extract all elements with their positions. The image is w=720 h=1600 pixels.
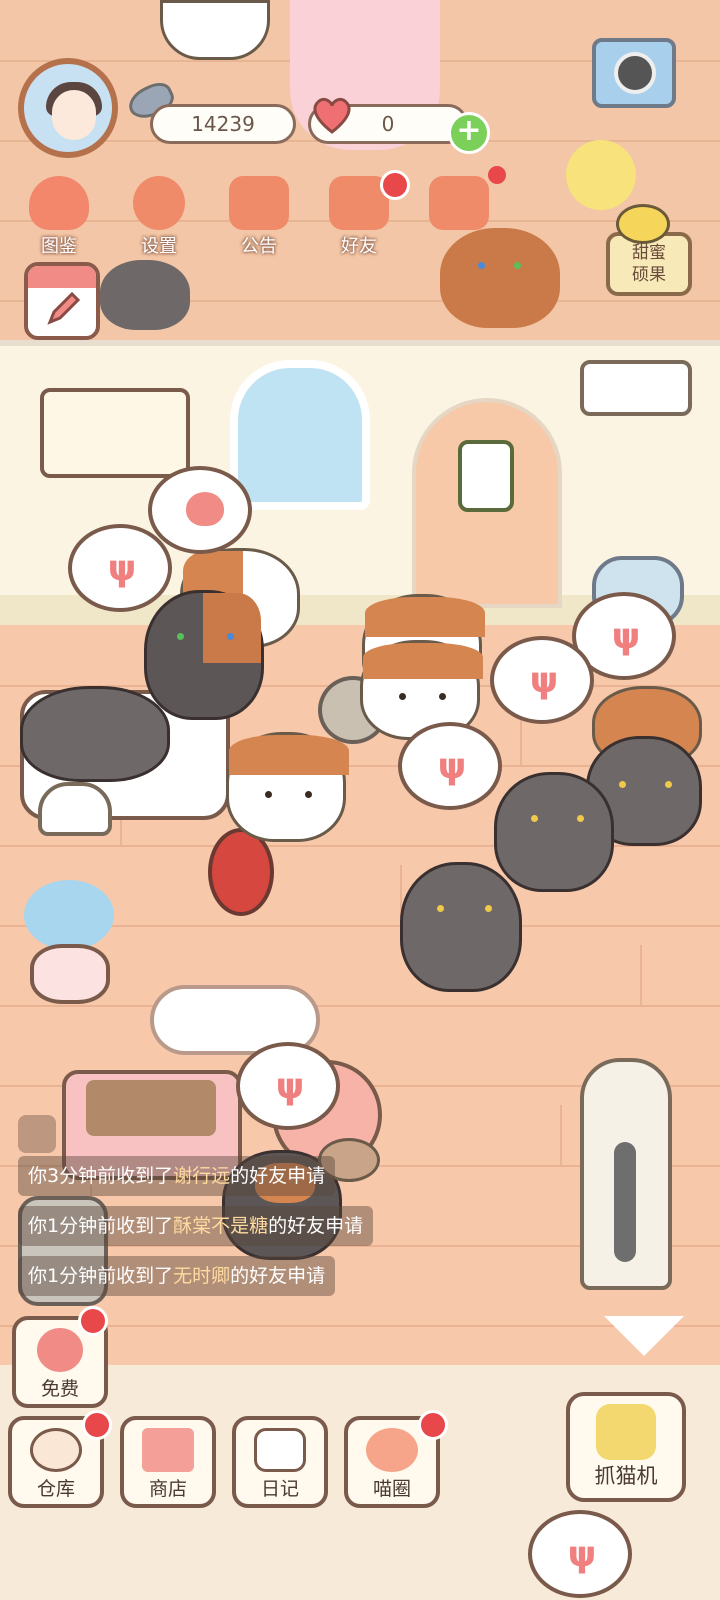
love-bubble-1 (148, 466, 252, 554)
room-window (230, 360, 370, 510)
shop-label: 商店 (148, 1478, 187, 1500)
gear-icon (133, 176, 185, 230)
air-conditioner (580, 360, 692, 416)
menu-label-announcement: 公告 (241, 236, 277, 257)
fork-spoon-icon: ψ (611, 616, 641, 657)
vinyl-disk-icon (614, 52, 656, 94)
shop-stall-icon (142, 1428, 194, 1472)
fork-spoon-icon: ψ (567, 1534, 597, 1575)
claw-machine-button[interactable]: 抓猫机 (566, 1392, 686, 1502)
duck-toy (566, 140, 636, 210)
interaction-alert-dot (488, 166, 506, 184)
hungry-bubble-6: ψ (528, 1510, 632, 1598)
fork-spoon-icon: ψ (107, 548, 137, 589)
notification-2-suffix: 的好友申请 (268, 1215, 364, 1237)
claw-machine-label: 抓猫机 (594, 1464, 658, 1488)
wall-shelf (40, 388, 190, 478)
heart-count-text: 0 (381, 112, 395, 136)
claw-icon (596, 1404, 656, 1460)
tortoiseshell-cat (144, 590, 264, 720)
hungry-bubble-3: ψ (490, 636, 594, 724)
add-hearts-button[interactable]: + (448, 112, 490, 154)
notification-1-suffix: 的好友申请 (230, 1165, 326, 1187)
fish-counter: 14239 (150, 104, 296, 144)
menu-button-announcement[interactable]: 公告 (218, 170, 300, 257)
menu-label-friends: 好友 (341, 236, 377, 257)
hanging-charm (458, 440, 514, 512)
fish-count-text: 14239 (191, 112, 255, 136)
fork-spoon-icon: ψ (275, 1066, 305, 1107)
gift-icon (229, 176, 289, 230)
hungry-bubble-4: ψ (398, 722, 502, 810)
table-lamp (38, 782, 112, 836)
diary-book-icon (254, 1428, 306, 1472)
cat-planet-icon (366, 1428, 418, 1472)
menu-button-settings[interactable]: 设置 (118, 170, 200, 257)
player-avatar[interactable] (18, 58, 118, 158)
free-label: 免费 (40, 1378, 79, 1400)
calendar-signin-button[interactable] (24, 262, 100, 340)
heart-bag-icon (37, 1328, 83, 1372)
notification-3-suffix: 的好友申请 (230, 1265, 326, 1287)
diary-button[interactable]: 日记 (232, 1416, 328, 1508)
diary-label: 日记 (260, 1478, 299, 1500)
notification-1-prefix: 你3分钟前收到了 (28, 1165, 174, 1187)
chat-toggle-icon[interactable] (18, 1115, 56, 1153)
notification-3: 你1分钟前收到了无时卿的好友申请 (18, 1256, 336, 1296)
sweet-harvest-label: 甜蜜 硕果 (632, 243, 666, 285)
notification-1-name[interactable]: 谢行远 (173, 1165, 230, 1187)
orange-white-cat-1 (226, 732, 349, 842)
free-notification-dot (78, 1306, 108, 1336)
notification-3-prefix: 你1分钟前收到了 (28, 1265, 174, 1287)
air-purifier (580, 1058, 672, 1290)
shop-button[interactable]: 商店 (120, 1416, 216, 1508)
gray-cat-top (100, 260, 190, 330)
notification-2: 你1分钟前收到了酥棠不是糖的好友申请 (18, 1206, 374, 1246)
cat-circle-notification-dot (418, 1410, 448, 1440)
heart-currency-icon (313, 98, 351, 134)
sleeping-gray-cat (20, 686, 170, 782)
flower-pot (24, 880, 114, 1010)
notification-1: 你3分钟前收到了谢行远的好友申请 (18, 1156, 336, 1196)
cat-head-icon (29, 176, 89, 230)
record-player[interactable] (592, 38, 676, 108)
notification-3-name[interactable]: 无时卿 (173, 1265, 230, 1287)
menu-button-interaction[interactable] (418, 170, 500, 254)
fork-spoon-icon: ψ (437, 746, 467, 787)
hearts-exclaim-icon (429, 176, 489, 230)
bee-icon (616, 204, 670, 244)
fork-spoon-icon: ψ (529, 660, 559, 701)
warehouse-notification-dot (82, 1410, 112, 1440)
menu-button-collection[interactable]: 图鉴 (18, 170, 100, 257)
warehouse-label: 仓库 (36, 1478, 75, 1500)
hungry-bubble-5: ψ (236, 1042, 340, 1130)
notification-2-prefix: 你1分钟前收到了 (28, 1215, 174, 1237)
menu-label-settings: 设置 (141, 236, 177, 257)
menu-label-collection: 图鉴 (41, 236, 77, 257)
food-bowl-icon (30, 1428, 82, 1472)
hungry-bubble-1: ψ (68, 524, 172, 612)
cat-circle-label: 喵圈 (372, 1478, 411, 1500)
collapse-arrow-icon[interactable] (604, 1316, 684, 1356)
friends-notification-dot (380, 170, 410, 200)
notification-2-name[interactable]: 酥棠不是糖 (173, 1215, 268, 1237)
gray-cat-2 (494, 772, 614, 892)
cat-sleeping-top (160, 0, 270, 60)
gray-cat-3 (400, 862, 522, 992)
pencil-icon (47, 291, 81, 325)
heart-icon (186, 492, 224, 526)
